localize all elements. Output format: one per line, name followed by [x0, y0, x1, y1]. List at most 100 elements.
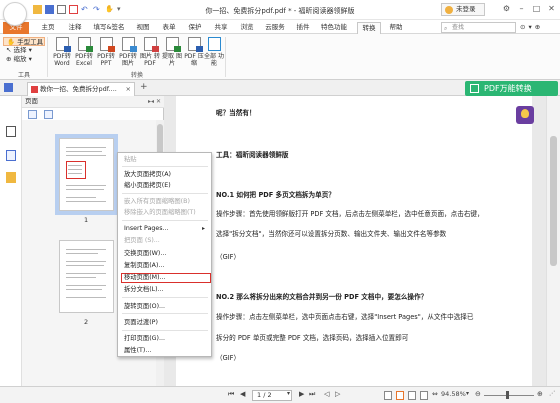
page-number-input[interactable]: 1 / 2 — [252, 390, 292, 401]
page-thumbnail[interactable] — [55, 134, 118, 215]
tab-view[interactable]: 视图 — [132, 22, 154, 34]
document-tab[interactable]: 教你一招、免费拆分pdf.... × — [27, 82, 135, 96]
menu-item-rotate-pages[interactable]: 旋转页面(O)... — [124, 302, 165, 311]
last-page-icon[interactable]: ⏭ — [309, 390, 315, 399]
close-tab-icon[interactable]: × — [126, 83, 131, 95]
all-features-icon — [207, 37, 221, 51]
extract-image-button[interactable]: 提取 图片 — [161, 37, 183, 67]
menu-item-move-pages[interactable]: 移动页面(M)... — [124, 273, 166, 282]
menu-item-shrink-thumbnail[interactable]: 缩小页面拷页(E) — [124, 181, 171, 190]
tab-fill-sign[interactable]: 填写&签名 — [90, 22, 128, 34]
menu-item-insert-pages[interactable]: Insert Pages... — [124, 224, 169, 233]
zoom-dropdown-icon[interactable]: ▾ — [466, 390, 469, 397]
next-page-icon[interactable]: ▶ — [299, 390, 304, 398]
navigate-icon[interactable]: ⊕ — [535, 23, 540, 31]
menu-item-split-document[interactable]: 拆分文档(L)... — [124, 285, 164, 294]
page-thumbnails-icon[interactable] — [6, 126, 16, 137]
document-list-icon[interactable] — [4, 83, 13, 92]
pdf-convert-button[interactable]: PDF万能转换 — [465, 81, 558, 96]
zoom-slider-handle[interactable] — [506, 391, 509, 399]
zoom-in-icon[interactable]: ⊕ — [537, 390, 543, 398]
zoom-out-icon[interactable]: ⊖ — [475, 390, 481, 398]
comments-icon[interactable] — [6, 172, 16, 183]
resize-grip-icon[interactable]: ⋰ — [549, 390, 555, 397]
page-thumbnail[interactable] — [59, 240, 114, 313]
pdf-to-word-icon — [55, 37, 71, 52]
first-page-icon[interactable]: ⏮ — [228, 390, 234, 399]
image-to-pdf-button[interactable]: 图片 转PDF — [139, 37, 161, 67]
panel-header: 页面 ▸◂ ✕ — [22, 96, 164, 108]
tab-protect[interactable]: 保护 — [184, 22, 206, 34]
convert-group-label: 转换 — [131, 72, 144, 79]
tab-features[interactable]: 特色功能 — [318, 22, 350, 34]
tab-share[interactable]: 共享 — [210, 22, 232, 34]
menu-item-print-pages[interactable]: 打印页面(G)... — [124, 334, 165, 343]
pdf-to-image-icon — [121, 37, 137, 52]
close-icon[interactable]: ✕ — [547, 4, 556, 13]
pdf-page: 呢？当然有！ 工具：福昕阅读器领鲜版 NO.1 如何把 PDF 多页文档拆为单页… — [176, 96, 532, 386]
pdf-to-word-button[interactable]: PDF转 Word — [51, 37, 73, 67]
zoom-level[interactable]: 94.58% — [441, 390, 466, 398]
menu-item-remove-thumbnails[interactable]: 移除嵌入的页面缩略图(T) — [124, 208, 196, 217]
search-input[interactable]: ⌕ 查找 — [441, 22, 516, 33]
tab-convert[interactable]: 转换 — [357, 22, 381, 34]
pdf-to-excel-label: PDF转 Excel — [75, 53, 93, 67]
menu-tabs: 文件 主页 注释 填写&签名 视图 表单 保护 共享 浏览 云服务 插件 特色功… — [0, 20, 560, 34]
menu-item-paste[interactable]: 粘贴 — [124, 155, 137, 164]
back-view-icon[interactable]: ◁ — [324, 390, 329, 398]
search-options-icon[interactable]: ⊙ — [520, 23, 525, 31]
new-tab-icon[interactable]: + — [140, 82, 148, 92]
menu-item-embed-thumbnails[interactable]: 嵌入所有页面缩略图(B) — [124, 197, 190, 206]
tab-cloud[interactable]: 云服务 — [262, 22, 288, 34]
layers-icon[interactable] — [6, 150, 16, 161]
tab-browse[interactable]: 浏览 — [236, 22, 258, 34]
document-tab-bar: 教你一招、免费拆分pdf.... × + PDF万能转换 — [0, 80, 560, 96]
pdf-to-image-button[interactable]: PDF转 图片 — [117, 37, 139, 67]
document-scrollbar[interactable] — [546, 96, 560, 386]
zoom-tool[interactable]: ⊕ 缩放 ▾ — [3, 55, 45, 64]
menu-item-page-transitions[interactable]: 页面过渡(P) — [124, 318, 158, 327]
enlarge-thumbnail-icon[interactable] — [28, 110, 37, 119]
pdf-to-ppt-button[interactable]: PDF转 PPT — [95, 37, 117, 67]
facing-pages-icon[interactable] — [408, 391, 416, 400]
tab-home[interactable]: 主页 — [37, 22, 59, 34]
pdf-file-icon — [31, 86, 38, 93]
previous-page-icon[interactable]: ◀ — [240, 390, 245, 398]
continuous-facing-icon[interactable] — [420, 391, 428, 400]
pdf-to-excel-button[interactable]: PDF转 Excel — [73, 37, 95, 67]
app-logo[interactable] — [3, 2, 27, 26]
menu-item-properties[interactable]: 属性(T)... — [124, 346, 151, 355]
select-tool[interactable]: ↖ 选择 ▾ — [3, 46, 45, 55]
forward-view-icon[interactable]: ▷ — [335, 390, 340, 398]
page-dropdown-icon[interactable]: ▾ — [287, 390, 290, 397]
pdf-to-word-label: PDF转 Word — [53, 53, 71, 67]
menu-item-enlarge-thumbnail[interactable]: 放大页面拷页(A) — [124, 170, 171, 179]
login-button[interactable]: 未登录 — [441, 3, 485, 16]
chevron-down-icon[interactable]: ▾ — [528, 23, 531, 31]
tab-form[interactable]: 表单 — [158, 22, 180, 34]
tab-help[interactable]: 帮助 — [385, 22, 407, 34]
tools-group: ✋ 手型工具 ↖ 选择 ▾ ⊕ 缩放 ▾ — [3, 37, 45, 64]
pdf-compress-button[interactable]: PDF 压缩 — [183, 37, 205, 67]
tab-plugins[interactable]: 插件 — [292, 22, 314, 34]
zoom-slider[interactable] — [484, 395, 534, 396]
fit-width-icon[interactable]: ⇔ — [432, 390, 438, 398]
hand-tool[interactable]: ✋ 手型工具 — [3, 37, 45, 46]
tab-comment[interactable]: 注释 — [64, 22, 86, 34]
all-features-button[interactable]: 全部 功能 — [203, 37, 225, 67]
menu-item-copy-pages[interactable]: 复制页面(A)... — [124, 261, 164, 270]
single-page-icon[interactable] — [384, 391, 392, 400]
maximize-icon[interactable]: □ — [532, 4, 541, 13]
continuous-page-icon[interactable] — [396, 391, 404, 400]
shrink-thumbnail-icon[interactable] — [44, 110, 53, 119]
minimize-icon[interactable]: – — [517, 4, 526, 13]
menu-item-replace-pages[interactable]: 交换页面(W)... — [124, 249, 166, 258]
lightbulb-icon[interactable] — [516, 106, 534, 124]
tools-group-label: 工具 — [18, 72, 31, 79]
scrollbar-thumb[interactable] — [550, 136, 557, 266]
settings-icon[interactable]: ⚙ — [502, 4, 511, 13]
doc-paragraph: （GIF） — [216, 354, 241, 362]
document-view: 呢？当然有！ 工具：福昕阅读器领鲜版 NO.1 如何把 PDF 多页文档拆为单页… — [164, 96, 546, 386]
panel-pin-close-icon[interactable]: ▸◂ ✕ — [148, 96, 161, 107]
menu-item-extract-pages[interactable]: 把页面 (S)... — [124, 236, 160, 245]
